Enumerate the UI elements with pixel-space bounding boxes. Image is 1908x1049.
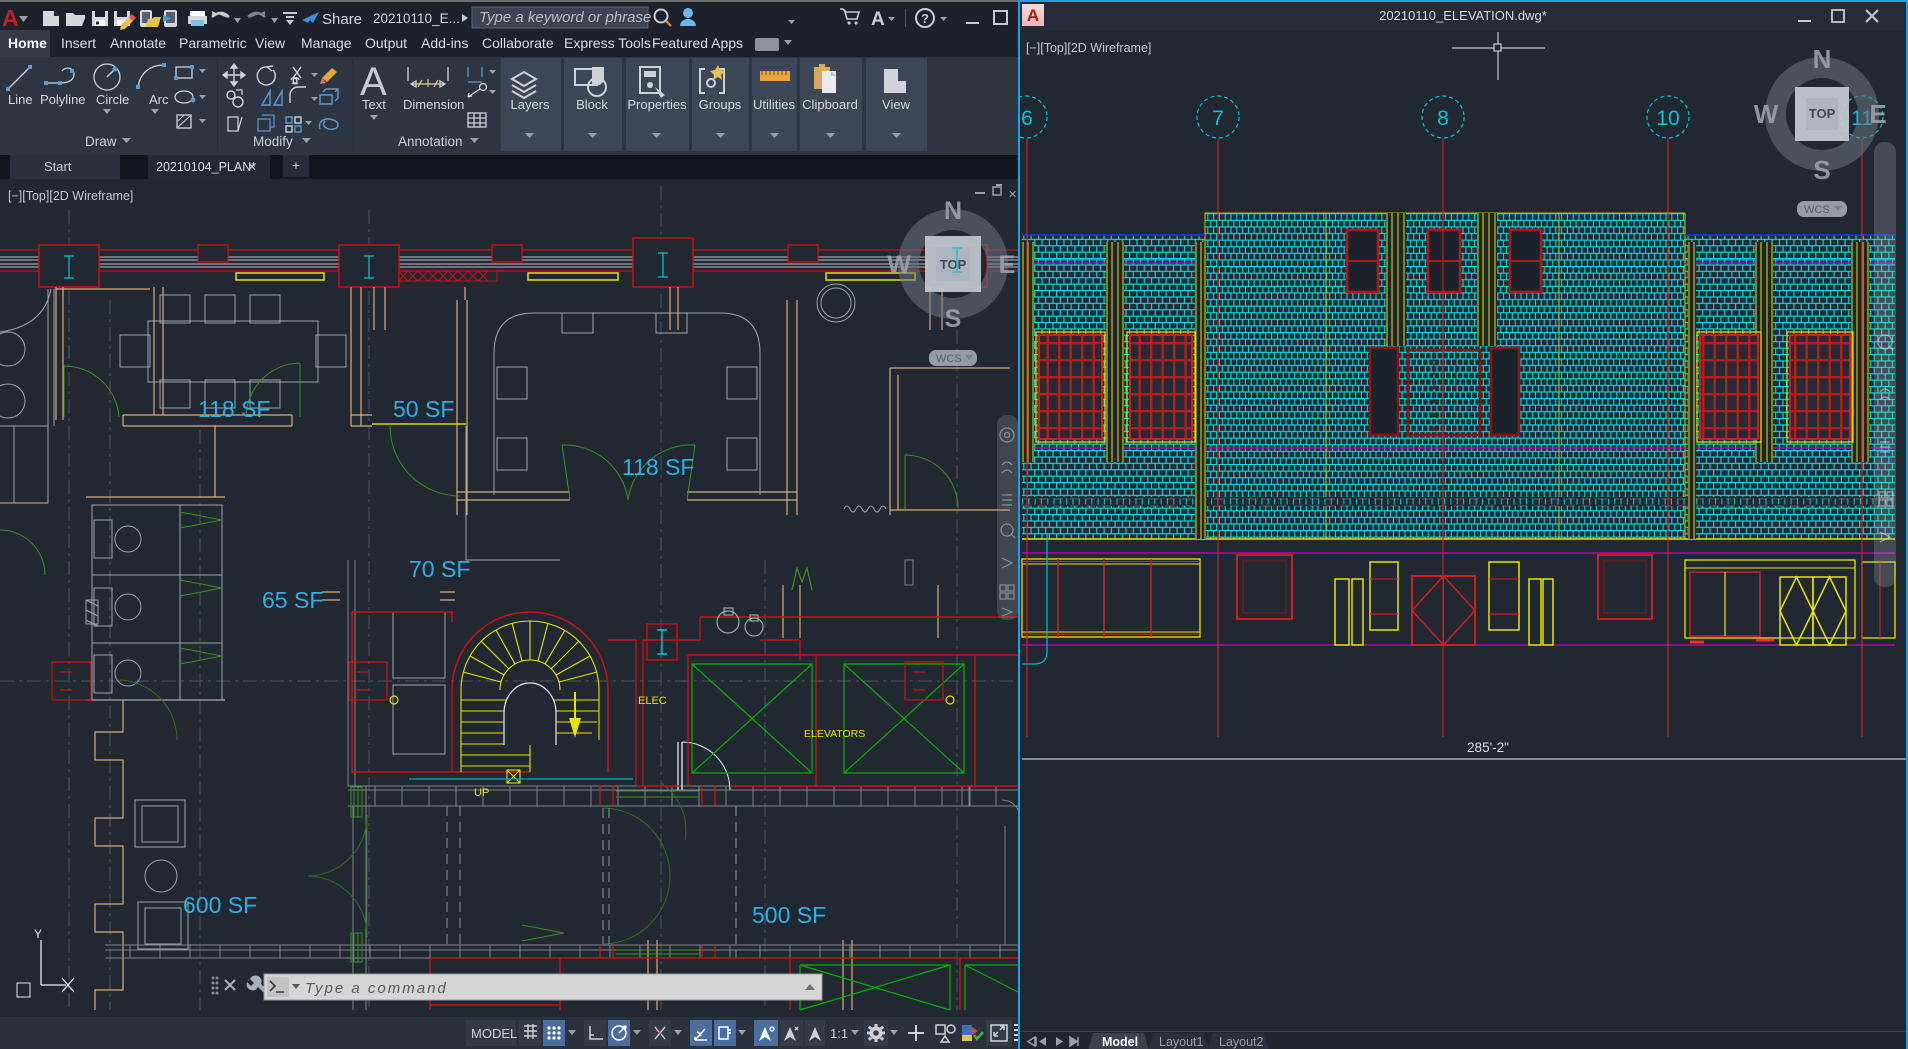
svg-text:600 SF: 600 SF	[183, 892, 257, 918]
svg-text:?: ?	[921, 11, 929, 26]
svg-text:10: 10	[1656, 107, 1679, 130]
svg-text:A: A	[871, 9, 885, 30]
svg-text:Type a command: Type a command	[305, 980, 448, 997]
svg-text:WCS: WCS	[936, 353, 962, 365]
svg-text:Type a keyword or phrase: Type a keyword or phrase	[479, 9, 651, 26]
svg-text:UP: UP	[474, 787, 489, 799]
svg-text:Draw: Draw	[85, 134, 117, 149]
svg-text:Line: Line	[8, 92, 33, 107]
svg-text:✕: ✕	[1008, 189, 1017, 201]
svg-text:E: E	[999, 251, 1016, 279]
svg-text:Dimension: Dimension	[403, 97, 464, 112]
svg-text:Layout2: Layout2	[1219, 1035, 1264, 1049]
svg-text:[−][Top][2D Wireframe]: [−][Top][2D Wireframe]	[1026, 41, 1151, 55]
svg-text:Text: Text	[362, 97, 386, 112]
svg-text:A: A	[2, 5, 19, 31]
svg-text:S: S	[945, 305, 962, 333]
svg-text:S: S	[1813, 155, 1830, 185]
svg-text:TOP: TOP	[1809, 106, 1836, 121]
svg-text:285'-2": 285'-2"	[1467, 740, 1509, 755]
svg-text:W: W	[1754, 99, 1779, 129]
svg-text:6: 6	[1021, 107, 1033, 130]
svg-text:Layout1: Layout1	[1159, 1035, 1204, 1049]
svg-text:WCS: WCS	[1804, 204, 1830, 216]
svg-text:500 SF: 500 SF	[752, 902, 826, 928]
svg-text:Utilities: Utilities	[753, 97, 795, 112]
svg-text:[−][Top][2D Wireframe]: [−][Top][2D Wireframe]	[8, 189, 133, 203]
svg-text:N: N	[1813, 44, 1832, 74]
svg-text:Properties: Properties	[627, 97, 687, 112]
svg-text:W: W	[887, 251, 911, 279]
svg-text:Circle: Circle	[96, 92, 129, 107]
svg-text:Layers: Layers	[510, 97, 550, 112]
svg-text:1:1: 1:1	[830, 1026, 848, 1041]
svg-text:Polyline: Polyline	[40, 92, 86, 107]
svg-text:20210110_E...: 20210110_E...	[373, 11, 460, 26]
svg-text:118 SF: 118 SF	[622, 454, 694, 480]
svg-text:N: N	[944, 197, 962, 225]
svg-text:E: E	[1869, 99, 1886, 129]
svg-text:ELEC: ELEC	[638, 695, 667, 707]
svg-text:Arc: Arc	[149, 92, 169, 107]
svg-text:Block: Block	[576, 97, 608, 112]
svg-text:8: 8	[1437, 107, 1449, 130]
svg-text:70 SF: 70 SF	[409, 556, 470, 582]
svg-text:Groups: Groups	[699, 97, 742, 112]
svg-text:50 SF: 50 SF	[393, 396, 454, 422]
svg-text:MODEL: MODEL	[471, 1026, 517, 1041]
svg-text:7: 7	[1212, 107, 1224, 130]
svg-text:Modify: Modify	[253, 134, 293, 149]
svg-text:118 SF: 118 SF	[198, 396, 270, 422]
svg-text:Annotation: Annotation	[398, 134, 463, 149]
svg-text:ELEVATORS: ELEVATORS	[804, 728, 865, 740]
svg-text:Share: Share	[322, 11, 362, 28]
svg-text:65 SF: 65 SF	[262, 587, 323, 613]
svg-text:Y: Y	[34, 927, 42, 941]
svg-text:View: View	[882, 97, 911, 112]
svg-text:TOP: TOP	[940, 257, 967, 272]
svg-text:Model: Model	[1102, 1035, 1138, 1049]
svg-text:Clipboard: Clipboard	[802, 97, 858, 112]
